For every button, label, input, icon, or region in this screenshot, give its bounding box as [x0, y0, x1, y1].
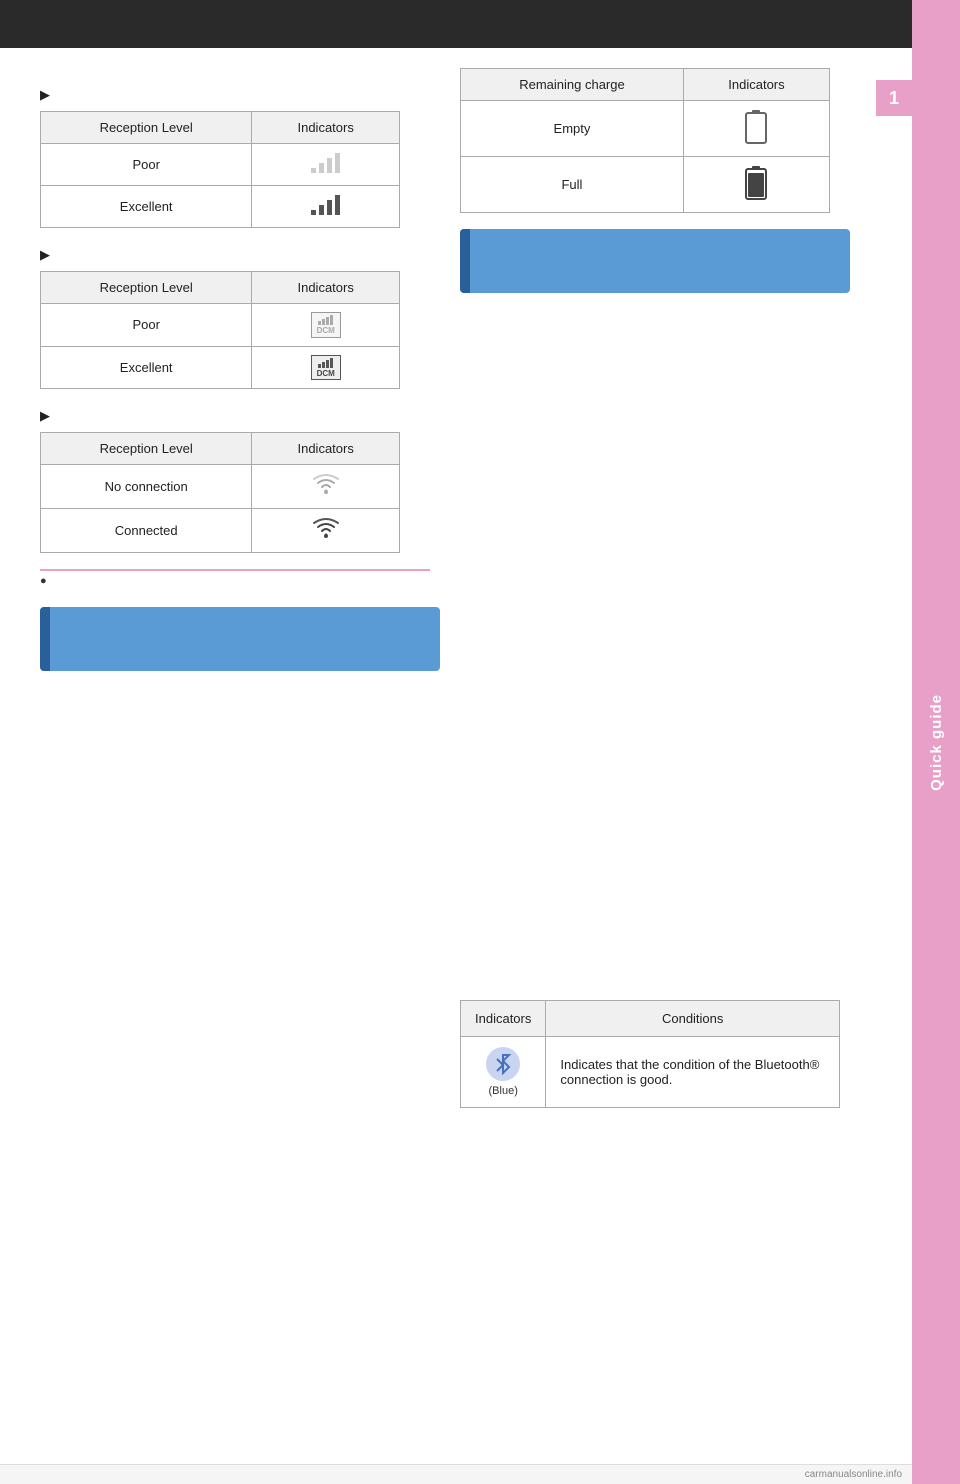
section3-table: Reception Level Indicators No connection — [40, 432, 400, 553]
section1-row1-icon — [252, 144, 400, 186]
section2-row2-icon: DCM — [252, 346, 400, 389]
bluetooth-table: Indicators Conditions (Blue) — [460, 1000, 840, 1108]
charge-col1-header: Remaining charge — [461, 69, 684, 101]
bluetooth-icon — [486, 1047, 520, 1081]
section3-row1-icon — [252, 465, 400, 509]
section1-row1-level: Poor — [41, 144, 252, 186]
info-box-right-text — [470, 229, 501, 293]
info-box-right-bar — [460, 229, 470, 293]
section3-row2-icon — [252, 509, 400, 553]
bt-icon-label: (Blue) — [489, 1085, 518, 1097]
right-sidebar: Quick guide — [912, 0, 960, 1484]
chapter-badge: 1 — [876, 80, 912, 116]
section1-row2-icon — [252, 186, 400, 228]
section1-col1-header: Reception Level — [41, 112, 252, 144]
section3-row1-level: No connection — [41, 465, 252, 509]
battery-empty-icon — [744, 109, 768, 145]
wifi-low-icon — [310, 473, 342, 497]
dcm-poor-icon: DCM — [311, 312, 341, 338]
section1-row2-level: Excellent — [41, 186, 252, 228]
info-box-left — [40, 607, 440, 671]
info-box-right — [460, 229, 850, 293]
section2-col2-header: Indicators — [252, 272, 400, 304]
battery-full-icon — [744, 165, 768, 201]
table-row: (Blue) Indicates that the condition of t… — [461, 1037, 840, 1108]
signal-poor-icon — [309, 152, 343, 174]
chapter-number: 1 — [889, 88, 899, 109]
table-row: Excellent DCM — [41, 346, 400, 389]
section3-col2-header: Indicators — [252, 433, 400, 465]
bt-col1-header: Indicators — [461, 1001, 546, 1037]
section2-row2-level: Excellent — [41, 346, 252, 389]
section2-header: ▶ — [40, 246, 440, 263]
bt-row1-condition: Indicates that the condition of the Blue… — [546, 1037, 840, 1108]
section3-header: ▶ — [40, 407, 440, 424]
section2-row1-level: Poor — [41, 304, 252, 347]
section1-table: Reception Level Indicators Poor Exc — [40, 111, 400, 228]
bluetooth-symbol — [494, 1053, 512, 1075]
section3-col1-header: Reception Level — [41, 433, 252, 465]
section3-row2-level: Connected — [41, 509, 252, 553]
charge-col2-header: Indicators — [683, 69, 829, 101]
table-row: Connected — [41, 509, 400, 553]
section-divider — [40, 569, 430, 571]
info-box-left-text — [50, 620, 77, 658]
info-box-left-bar — [40, 607, 50, 671]
section2-row1-icon: DCM — [252, 304, 400, 347]
table-row: Full — [461, 157, 830, 213]
bt-row1-icon-cell: (Blue) — [461, 1037, 546, 1108]
bottom-logo: carmanualsonline.info — [805, 1469, 902, 1480]
charge-row2-level: Full — [461, 157, 684, 213]
section1-header: ▶ — [40, 86, 440, 103]
section1-col2-header: Indicators — [252, 112, 400, 144]
table-row: Poor — [41, 144, 400, 186]
section1-bullet: ▶ — [40, 87, 50, 103]
section2-table: Reception Level Indicators Poor DCM — [40, 271, 400, 389]
wifi-connected-icon — [310, 517, 342, 541]
bottom-bar: carmanualsonline.info — [0, 1464, 912, 1484]
top-bar — [0, 0, 912, 48]
bt-col2-header: Conditions — [546, 1001, 840, 1037]
table-row: No connection — [41, 465, 400, 509]
section2-bullet: ▶ — [40, 247, 50, 263]
charge-row2-icon — [683, 157, 829, 213]
section2-col1-header: Reception Level — [41, 272, 252, 304]
dot-note: ● — [40, 575, 440, 587]
table-row: Empty — [461, 101, 830, 157]
table-row: Excellent — [41, 186, 400, 228]
signal-excellent-icon — [309, 194, 343, 216]
charge-row1-level: Empty — [461, 101, 684, 157]
sidebar-label: Quick guide — [928, 694, 945, 791]
dcm-excellent-icon: DCM — [311, 355, 341, 381]
charge-row1-icon — [683, 101, 829, 157]
section3-bullet: ▶ — [40, 408, 50, 424]
table-row: Poor DCM — [41, 304, 400, 347]
remaining-charge-table: Remaining charge Indicators Empty Full — [460, 68, 830, 213]
